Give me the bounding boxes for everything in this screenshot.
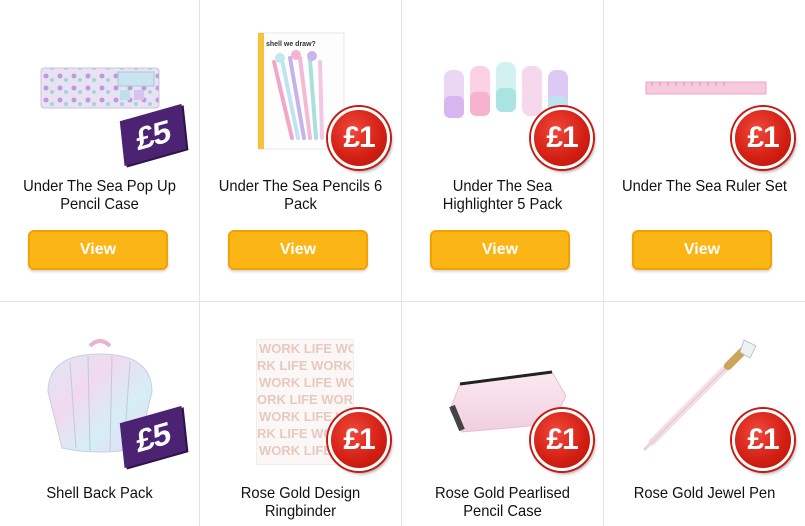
- product-title[interactable]: Under The Sea Pencils 6 Pack: [215, 178, 385, 214]
- product-title[interactable]: Rose Gold Jewel Pen: [619, 485, 789, 503]
- product-image[interactable]: £1: [402, 302, 603, 472]
- product-card: shell we draw? £1 Under The Sea Pencils …: [200, 0, 402, 302]
- product-card: £5 Shell Back Pack: [0, 302, 200, 526]
- product-title[interactable]: Under The Sea Ruler Set: [619, 178, 789, 196]
- product-card: WORK LIFE WO RK LIFE WORK WORK LIFE WO O…: [200, 302, 402, 526]
- product-image[interactable]: WORK LIFE WO RK LIFE WORK WORK LIFE WO O…: [200, 302, 401, 472]
- ringbinder-pattern-line: WORK LIFE WO: [259, 375, 354, 390]
- product-title[interactable]: Rose Gold Pearlised Pencil Case: [417, 485, 587, 521]
- product-title[interactable]: Under The Sea Pop Up Pencil Case: [15, 178, 183, 214]
- price-badge: £1: [732, 107, 794, 169]
- product-grid: £5 Under The Sea Pop Up Pencil Case View…: [0, 0, 805, 526]
- product-image[interactable]: £1: [604, 0, 805, 170]
- price-badge: £1: [328, 409, 390, 471]
- product-card: £5 Under The Sea Pop Up Pencil Case View: [0, 0, 200, 302]
- product-title[interactable]: Rose Gold Design Ringbinder: [215, 485, 385, 521]
- view-button[interactable]: View: [430, 230, 570, 270]
- price-badge: £1: [531, 107, 593, 169]
- view-button[interactable]: View: [28, 230, 168, 270]
- price-badge: £1: [531, 409, 593, 471]
- price-badge: £1: [328, 107, 390, 169]
- product-card: £1 Rose Gold Jewel Pen: [604, 302, 805, 526]
- product-image[interactable]: shell we draw? £1: [200, 0, 401, 170]
- product-card: £1 Under The Sea Highlighter 5 Pack View: [402, 0, 604, 302]
- ringbinder-pattern-line: RK LIFE WORK: [257, 358, 353, 373]
- product-title[interactable]: Under The Sea Highlighter 5 Pack: [417, 178, 587, 214]
- price-badge: £1: [732, 409, 794, 471]
- view-button[interactable]: View: [228, 230, 368, 270]
- product-image[interactable]: £1: [402, 0, 603, 170]
- product-card: £1 Rose Gold Pearlised Pencil Case: [402, 302, 604, 526]
- ringbinder-pattern-line: ORK LIFE WOR: [257, 392, 354, 407]
- product-card: £1 Under The Sea Ruler Set View: [604, 0, 805, 302]
- product-image[interactable]: £5: [0, 302, 199, 472]
- product-title[interactable]: Shell Back Pack: [15, 485, 183, 503]
- product-image[interactable]: £5: [0, 0, 199, 170]
- ringbinder-pattern-line: WORK LIFE WO: [259, 341, 354, 356]
- view-button[interactable]: View: [632, 230, 772, 270]
- product-image[interactable]: £1: [604, 302, 805, 472]
- pack-label: shell we draw?: [266, 41, 316, 48]
